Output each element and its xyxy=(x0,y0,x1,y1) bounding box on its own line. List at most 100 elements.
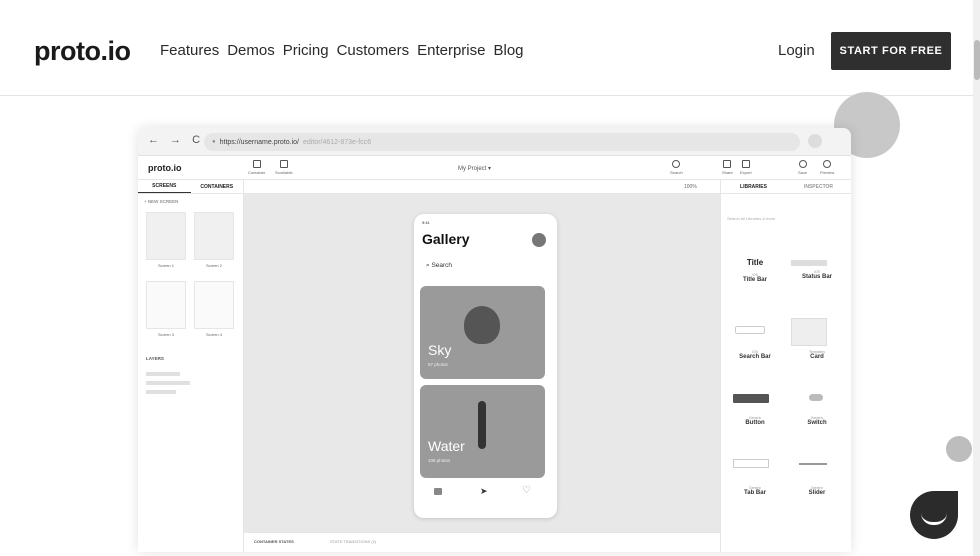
card-subtitle: 106 photos xyxy=(428,458,451,463)
search-label: Search xyxy=(431,262,453,269)
url-text: https://username.proto.io/ xyxy=(219,138,300,146)
tool-label: Export xyxy=(740,170,752,175)
login-link[interactable]: Login xyxy=(778,42,815,59)
lib-name: Status Bar xyxy=(801,274,832,280)
search-tool: Search xyxy=(670,160,683,175)
save-tool: Save xyxy=(798,160,807,175)
layer-list xyxy=(138,365,243,401)
site-logo[interactable]: proto.io xyxy=(34,36,131,67)
lib-tab-bar: Generic Tab Bar xyxy=(725,486,785,496)
lib-button: Generic Button xyxy=(725,416,785,426)
status-bar-preview xyxy=(791,260,827,266)
card-title: Sky xyxy=(428,342,452,358)
button-preview xyxy=(733,394,769,403)
project-title: My Project ▾ xyxy=(458,166,492,172)
gallery-title: Gallery xyxy=(422,231,470,247)
tab-libraries: LIBRARIES xyxy=(740,183,767,190)
tool-label: Save xyxy=(798,170,808,175)
lib-name: Switch xyxy=(807,420,827,426)
new-screen-button: + NEW SCREEN xyxy=(144,199,179,204)
card-subtitle: 67 photos xyxy=(428,362,448,367)
card-title: Water xyxy=(428,438,465,454)
screen-thumb-1: Screen 1 xyxy=(146,212,186,268)
preview-icon xyxy=(823,160,832,168)
nav-link-demos[interactable]: Demos xyxy=(227,42,275,59)
screen-thumb-2: Screen 2 xyxy=(194,212,234,268)
lib-switch: Generic Switch xyxy=(787,416,847,426)
card-water: Water 106 photos xyxy=(420,385,545,478)
decorative-circle-small xyxy=(946,436,972,462)
panel-tabs: LIBRARIES INSPECTOR xyxy=(721,180,851,194)
screen-row: Screen 3 Screen 4 xyxy=(138,271,243,340)
share-tool: Share xyxy=(722,160,733,175)
phone-search: ⌕ Search xyxy=(426,262,452,270)
lock-icon: ● xyxy=(212,139,216,145)
tab-screens: SCREENS xyxy=(138,180,191,193)
lib-name: Tab Bar xyxy=(744,490,766,496)
start-for-free-button[interactable]: START FOR FREE xyxy=(831,32,951,70)
container-icon xyxy=(252,160,261,168)
search-bar-preview xyxy=(735,326,765,334)
zoom-level: 100% xyxy=(684,184,697,190)
lib-slider: Generic Slider xyxy=(787,486,847,496)
tab-state-transitions: STATE TRANSITIONS (2) xyxy=(330,539,377,544)
scrollbar-thumb[interactable] xyxy=(974,40,980,80)
slider-preview xyxy=(799,463,827,465)
share-icon xyxy=(723,160,732,168)
tool-label: Share xyxy=(722,170,733,175)
tool-label: Search xyxy=(670,170,683,175)
browser-mockup: ← → C ● https://username.proto.io/editor… xyxy=(138,128,851,552)
screen-row: Screen 1 Screen 2 xyxy=(138,209,243,271)
nav-link-pricing[interactable]: Pricing xyxy=(283,42,329,59)
balloon-image xyxy=(464,306,500,344)
nav-link-features[interactable]: Features xyxy=(160,42,219,59)
screen-thumb-3: Screen 3 xyxy=(146,281,186,337)
scrollable-icon xyxy=(279,160,288,168)
export-tool: Export xyxy=(740,160,752,175)
lib-search-bar: iOS Search Bar xyxy=(725,350,785,360)
lib-name: Title Bar xyxy=(743,277,767,283)
lib-name: Search Bar xyxy=(739,354,771,360)
scrollable-tool: Scrollable xyxy=(275,160,293,175)
browser-menu-icon xyxy=(808,134,822,148)
tool-label: Scrollable xyxy=(275,170,293,175)
page-scrollbar[interactable] xyxy=(973,0,980,556)
layers-label: LAYERS xyxy=(146,356,164,361)
states-bar: CONTAINER STATES STATE TRANSITIONS (2) xyxy=(244,532,720,552)
tab-containers: CONTAINERS xyxy=(200,183,234,190)
avatar xyxy=(532,233,546,247)
library-search: Search all Libraries & more xyxy=(727,216,776,221)
lib-name: Slider xyxy=(808,490,826,496)
nav-link-enterprise[interactable]: Enterprise xyxy=(417,42,485,59)
lib-preview-text: Title xyxy=(746,258,764,267)
lib-status-bar: iOS Status Bar xyxy=(787,270,847,280)
lib-name: Button xyxy=(745,420,765,426)
lib-card: Templates Card xyxy=(787,350,847,360)
heart-icon: ♡ xyxy=(522,485,531,496)
url-bar: ● https://username.proto.io/editor/4612-… xyxy=(204,133,800,151)
export-icon xyxy=(741,160,750,168)
sidebar-tabs: SCREENS CONTAINERS xyxy=(138,180,243,194)
url-path: editor/4612-873e-fcc6 xyxy=(303,138,372,146)
tab-bar-preview xyxy=(733,459,769,468)
status-time: 9:41 xyxy=(422,220,430,225)
browser-nav-icons: ← → C xyxy=(148,134,205,146)
screen-thumb-4: Screen 4 xyxy=(194,281,234,337)
libraries-panel: LIBRARIES INSPECTOR Search all Libraries… xyxy=(720,180,851,552)
folder-icon xyxy=(434,488,442,495)
main-nav: Features Demos Pricing Customers Enterpr… xyxy=(160,42,524,59)
card-preview xyxy=(791,318,827,346)
nav-link-blog[interactable]: Blog xyxy=(493,42,523,59)
lib-name: Card xyxy=(810,354,824,360)
card-sky: Sky 67 photos xyxy=(420,286,545,379)
canvas-toolbar: 100% xyxy=(244,180,720,194)
diver-image xyxy=(478,401,486,449)
container-tool: Container xyxy=(248,160,265,175)
tab-container-states: CONTAINER STATES xyxy=(254,539,294,544)
preview-tool: Preview xyxy=(820,160,834,175)
search-icon xyxy=(672,160,681,168)
lib-title-bar: Title iOS Title Bar xyxy=(725,258,785,283)
cursor-icon: ➤ xyxy=(480,486,488,496)
nav-link-customers[interactable]: Customers xyxy=(337,42,410,59)
cloud-icon xyxy=(798,160,807,168)
